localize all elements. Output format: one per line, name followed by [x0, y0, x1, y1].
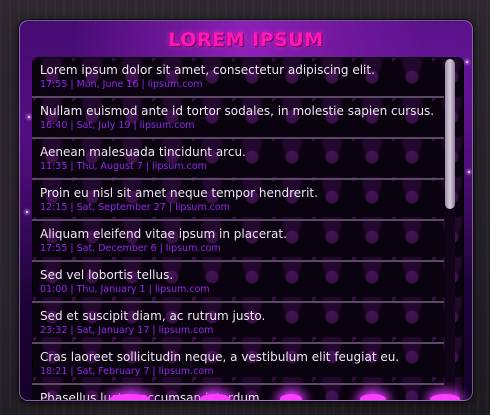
feed-item-meta: 16:40 | Sat, July 19 | lipsum.com — [40, 120, 195, 131]
feed-item-meta: 11:35 | Thu, August 7 | lipsum.com — [40, 161, 207, 172]
glow-decoration — [200, 394, 230, 400]
glow-decoration — [430, 394, 460, 400]
feed-item[interactable]: Sed et suscipit diam, ac rutrum justo. 2… — [32, 303, 444, 344]
feed-item-meta: 17:55 | Sat, December 6 | lipsum.com — [40, 243, 221, 254]
widget-title: LOREM IPSUM — [168, 29, 324, 51]
feed-item-title[interactable]: Lorem ipsum dolor sit amet, consectetur … — [40, 63, 444, 78]
feed-item-title[interactable]: Sed et suscipit diam, ac rutrum justo. — [40, 309, 444, 324]
feed-item-title[interactable]: Aliquam eleifend vitae ipsum in placerat… — [40, 227, 444, 242]
feed-item-meta: 01:00 | Thu, January 1 | lipsum.com — [40, 284, 210, 295]
news-feed-widget: LOREM IPSUM Lorem ipsum dolor sit amet, … — [19, 20, 473, 401]
feed-item[interactable]: Cras laoreet sollicitudin neque, a vesti… — [32, 344, 444, 385]
sparkle-decoration — [466, 61, 468, 63]
scrollbar-thumb[interactable] — [445, 59, 455, 209]
glow-decoration — [280, 394, 302, 400]
feed-item-meta: 17:55 | Mon, June 16 | lipsum.com — [40, 79, 203, 90]
feed-item-title[interactable]: Cras laoreet sollicitudin neque, a vesti… — [40, 350, 444, 365]
feed-item[interactable]: Proin eu nisl sit amet neque tempor hend… — [32, 180, 444, 221]
glow-decoration — [110, 394, 150, 400]
feed-item[interactable]: Aliquam eleifend vitae ipsum in placerat… — [32, 221, 444, 262]
feed-item-meta: 23:32 | Sat, January 17 | lipsum.com — [40, 325, 214, 336]
feed-item[interactable]: Aenean malesuada tincidunt arcu. 11:35 |… — [32, 139, 444, 180]
feed-item[interactable]: Lorem ipsum dolor sit amet, consectetur … — [32, 57, 444, 98]
scrollbar-track[interactable] — [445, 57, 455, 400]
widget-title-bar: LOREM IPSUM — [20, 27, 472, 53]
feed-list[interactable]: Lorem ipsum dolor sit amet, consectetur … — [32, 57, 444, 400]
feed-panel: Lorem ipsum dolor sit amet, consectetur … — [32, 57, 464, 400]
feed-item-title[interactable]: Aenean malesuada tincidunt arcu. — [40, 145, 444, 160]
feed-item[interactable]: Nullam euismod ante id tortor sodales, i… — [32, 98, 444, 139]
desktop-background: LOREM IPSUM Lorem ipsum dolor sit amet, … — [0, 0, 490, 415]
feed-item[interactable]: Sed vel lobortis tellus. 01:00 | Thu, Ja… — [32, 262, 444, 303]
sparkle-decoration — [26, 211, 28, 213]
feed-item-title[interactable]: Proin eu nisl sit amet neque tempor hend… — [40, 186, 444, 201]
feed-item-title[interactable]: Sed vel lobortis tellus. — [40, 268, 444, 283]
sparkle-decoration — [468, 171, 470, 173]
glow-decoration — [360, 394, 386, 400]
feed-item-meta: 18:21 | Sat, February 7 | lipsum.com — [40, 366, 214, 377]
feed-item-meta: 12:15 | Sat, September 27 | lipsum.com — [40, 202, 230, 213]
feed-item-title[interactable]: Nullam euismod ante id tortor sodales, i… — [40, 104, 444, 119]
sparkle-decoration — [28, 116, 30, 118]
